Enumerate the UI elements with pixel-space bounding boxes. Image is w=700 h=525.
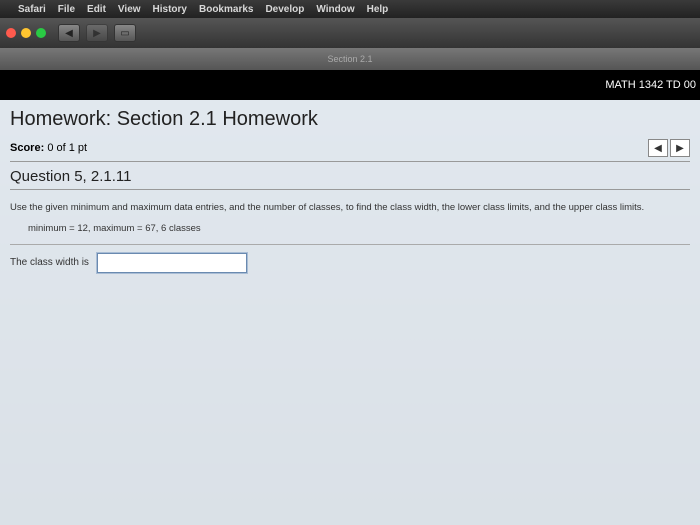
class-width-input[interactable] (97, 253, 247, 273)
browser-toolbar: ◀ ▶ ▭ (0, 18, 700, 48)
menu-window[interactable]: Window (316, 4, 354, 15)
score-label: Score: (10, 142, 44, 154)
maximize-button[interactable] (36, 28, 46, 38)
question-nav: ◀ ▶ (648, 139, 690, 157)
question-prompt: Use the given minimum and maximum data e… (10, 200, 690, 215)
course-label: MATH 1342 TD 00 (605, 79, 696, 91)
menu-develop[interactable]: Develop (265, 4, 304, 15)
back-button[interactable]: ◀ (58, 24, 80, 42)
app-name[interactable]: Safari (18, 4, 46, 15)
next-question-button[interactable]: ▶ (670, 139, 690, 157)
question-title: Question 5, 2.1.11 (10, 168, 690, 190)
divider (10, 244, 690, 245)
homework-content: Homework: Section 2.1 Homework Score: 0 … (0, 100, 700, 525)
score-row: Score: 0 of 1 pt ◀ ▶ (10, 139, 690, 162)
answer-label: The class width is (10, 255, 89, 271)
question-data: minimum = 12, maximum = 67, 6 classes (28, 221, 690, 236)
menu-view[interactable]: View (118, 4, 141, 15)
homework-title: Homework: Section 2.1 Homework (10, 108, 690, 131)
course-header: MATH 1342 TD 00 (0, 70, 700, 100)
tab-title[interactable]: Section 2.1 (327, 54, 372, 64)
prev-question-button[interactable]: ◀ (648, 139, 668, 157)
tab-bar: Section 2.1 (0, 48, 700, 70)
window-controls (6, 28, 46, 38)
close-button[interactable] (6, 28, 16, 38)
menu-help[interactable]: Help (367, 4, 389, 15)
score-value: 0 of 1 pt (47, 142, 87, 154)
minimize-button[interactable] (21, 28, 31, 38)
question-body: Use the given minimum and maximum data e… (10, 200, 690, 273)
menu-history[interactable]: History (153, 4, 187, 15)
sidebar-button[interactable]: ▭ (114, 24, 136, 42)
macos-menubar: Safari File Edit View History Bookmarks … (0, 0, 700, 18)
menu-bookmarks[interactable]: Bookmarks (199, 4, 253, 15)
forward-button[interactable]: ▶ (86, 24, 108, 42)
answer-row: The class width is (10, 253, 690, 273)
menu-file[interactable]: File (58, 4, 75, 15)
menu-edit[interactable]: Edit (87, 4, 106, 15)
